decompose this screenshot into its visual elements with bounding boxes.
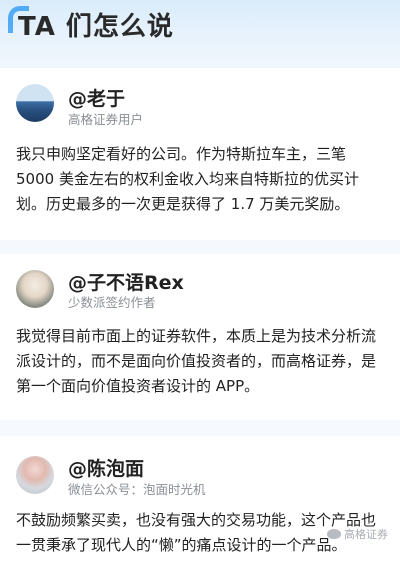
testimonial-card: @陈泡面 微信公众号：泡面时光机 不鼓励频繁买卖，也没有强大的交易功能，这个产品… — [0, 436, 400, 568]
page-title: TA 们怎么说 — [18, 12, 174, 42]
testimonial-card: @子不语Rex 少数派签约作者 我觉得目前市面上的证券软件，本质上是为技术分析流… — [0, 254, 400, 420]
user-subtitle: 微信公众号：泡面时光机 — [68, 482, 206, 497]
testimonial-text: 我觉得目前市面上的证券软件，本质上是为技术分析流派设计的，而不是面向价值投资者的… — [16, 327, 377, 395]
watermark: 高格证券 — [327, 526, 388, 542]
testimonial-text: 我只申购坚定看好的公司。作为特斯拉车主，三笔 5000 美金左右的权利金收入均来… — [16, 145, 359, 213]
avatar[interactable] — [16, 84, 54, 122]
user-name[interactable]: @子不语Rex — [68, 268, 184, 295]
user-name[interactable]: @老于 — [68, 84, 125, 111]
page-header: TA 们怎么说 — [0, 0, 400, 56]
testimonial-card: @老于 高格证券用户 我只申购坚定看好的公司。作为特斯拉车主，三笔 5000 美… — [0, 68, 400, 240]
avatar[interactable] — [16, 456, 54, 494]
avatar[interactable] — [16, 270, 54, 308]
watermark-text: 高格证券 — [344, 528, 388, 541]
user-subtitle: 高格证券用户 — [68, 112, 144, 127]
user-name[interactable]: @陈泡面 — [68, 454, 144, 481]
wechat-icon — [327, 529, 341, 539]
user-subtitle: 少数派签约作者 — [68, 295, 156, 310]
